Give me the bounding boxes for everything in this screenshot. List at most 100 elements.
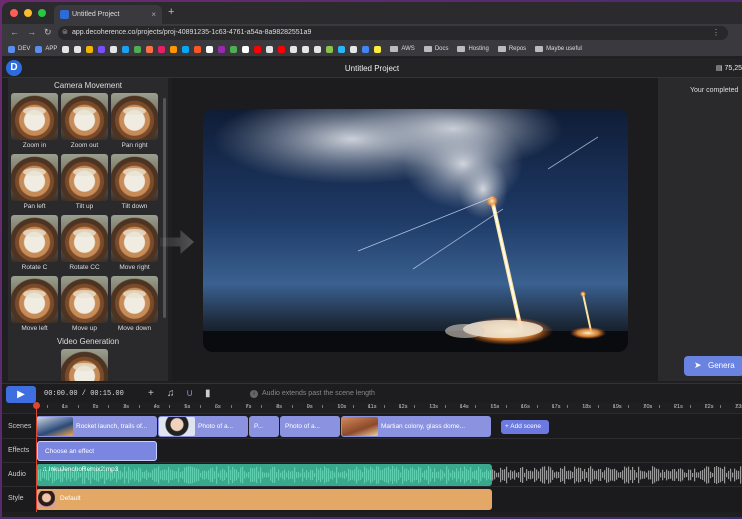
minimize-window-button[interactable] bbox=[24, 9, 32, 17]
bookmark-folder[interactable]: Repos bbox=[497, 46, 526, 52]
camera-move-option[interactable]: Move right bbox=[110, 215, 159, 274]
left-panel-scrollbar[interactable] bbox=[163, 98, 166, 318]
bookmark-item[interactable] bbox=[98, 45, 106, 53]
camera-move-option[interactable]: Rotate CC bbox=[60, 215, 109, 274]
reload-icon[interactable]: ↻ bbox=[44, 27, 52, 38]
audio-waveform[interactable] bbox=[36, 464, 742, 486]
bookmark-item[interactable] bbox=[242, 45, 250, 53]
bookmark-folder[interactable]: Docs bbox=[423, 46, 448, 52]
waveform-bar bbox=[658, 469, 660, 481]
add-scene-button[interactable]: + Add scene bbox=[501, 420, 549, 434]
browser-menu-icon[interactable]: ⋮ bbox=[712, 28, 720, 37]
bookmark-item[interactable] bbox=[218, 45, 226, 53]
bookmark-item[interactable] bbox=[170, 45, 178, 53]
waveform-bar bbox=[536, 469, 538, 481]
scenes-track-label: Scenes bbox=[8, 423, 32, 430]
bookmark-favicon-icon bbox=[122, 45, 130, 53]
timeline-ruler[interactable]: 1s 2s 3s 4s 5s 6s 7s 8s 9s 10s 11s 12s 13s 14s 15s 16s 1… bbox=[34, 403, 742, 413]
camera-move-option[interactable]: Tilt up bbox=[60, 154, 109, 213]
camera-move-option[interactable]: Move up bbox=[60, 276, 109, 335]
scene-clip[interactable]: Rocket launch, trails of... bbox=[36, 416, 157, 437]
video-preview[interactable] bbox=[203, 109, 628, 352]
scene-clip[interactable]: Photo of a... bbox=[280, 416, 340, 437]
browser-tab[interactable]: Untitled Project × bbox=[54, 5, 162, 24]
bookmark-item[interactable] bbox=[134, 45, 142, 53]
waveform-bar bbox=[342, 471, 344, 479]
bookmark-item[interactable] bbox=[326, 45, 334, 53]
maximize-window-button[interactable] bbox=[38, 9, 46, 17]
bookmark-item[interactable] bbox=[230, 45, 238, 53]
waveform-bar bbox=[384, 468, 386, 482]
waveform-bar bbox=[324, 466, 326, 484]
bookmark-item[interactable] bbox=[278, 45, 286, 53]
close-window-button[interactable] bbox=[10, 9, 18, 17]
play-button[interactable]: ▶ bbox=[6, 386, 36, 403]
camera-move-option[interactable]: Tilt down bbox=[110, 154, 159, 213]
bookmark-item[interactable]: APP bbox=[35, 45, 57, 53]
bookmark-favicon-icon bbox=[170, 45, 178, 53]
scene-clip[interactable]: P... bbox=[249, 416, 279, 437]
camera-move-option[interactable]: Move left bbox=[10, 276, 59, 335]
magnet-icon[interactable]: ∪ bbox=[186, 388, 193, 399]
generate-button[interactable]: ➤ Genera bbox=[684, 356, 742, 376]
waveform-bar bbox=[408, 470, 410, 480]
waveform-bar bbox=[328, 468, 330, 482]
bookmark-folder[interactable]: Hosting bbox=[457, 46, 489, 52]
bookmark-item[interactable] bbox=[314, 45, 322, 53]
camera-move-option[interactable]: Pan left bbox=[10, 154, 59, 213]
site-info-icon[interactable]: ⊜ bbox=[62, 28, 68, 36]
bookmark-item[interactable] bbox=[74, 45, 82, 53]
bookmark-item[interactable] bbox=[206, 45, 214, 53]
camera-move-option[interactable]: Zoom in bbox=[10, 93, 59, 152]
waveform-bar bbox=[226, 472, 228, 478]
bookmark-item[interactable] bbox=[158, 45, 166, 53]
forward-arrow-icon[interactable]: → bbox=[27, 27, 36, 38]
tab-close-icon[interactable]: × bbox=[151, 10, 156, 19]
add-icon[interactable]: + bbox=[148, 388, 154, 399]
playhead[interactable] bbox=[33, 402, 40, 512]
bookmark-item[interactable] bbox=[374, 45, 382, 53]
trash-icon[interactable]: ▮ bbox=[205, 388, 211, 399]
bookmark-item[interactable] bbox=[302, 45, 310, 53]
waveform-bar bbox=[528, 471, 530, 479]
bookmark-item[interactable] bbox=[350, 45, 358, 53]
video-generation-option[interactable] bbox=[60, 349, 109, 381]
bookmark-item[interactable] bbox=[86, 45, 94, 53]
effect-clip[interactable]: Choose an effect bbox=[37, 441, 157, 461]
bookmark-item[interactable] bbox=[338, 45, 346, 53]
bookmark-item[interactable] bbox=[122, 45, 130, 53]
bookmark-favicon-icon bbox=[158, 45, 166, 53]
scene-clip[interactable]: Photo of a... bbox=[158, 416, 248, 437]
waveform-bar bbox=[738, 470, 740, 480]
back-arrow-icon[interactable]: ← bbox=[10, 27, 19, 38]
waveform-bar bbox=[124, 466, 126, 484]
bookmark-item[interactable] bbox=[62, 45, 70, 53]
url-field[interactable]: ⊜ app.decoherence.co/projects/proj-40891… bbox=[58, 26, 728, 40]
ruler-tick-mark bbox=[276, 405, 278, 408]
bookmark-item[interactable] bbox=[254, 45, 262, 53]
waveform-bar bbox=[372, 468, 374, 482]
camera-move-option[interactable]: Move down bbox=[110, 276, 159, 335]
camera-move-option[interactable]: Pan right bbox=[110, 93, 159, 152]
bookmark-item[interactable] bbox=[194, 45, 202, 53]
bookmark-item[interactable] bbox=[182, 45, 190, 53]
scene-clip[interactable]: Martian colony, glass dome... bbox=[341, 416, 491, 437]
bookmark-item[interactable] bbox=[146, 45, 154, 53]
style-clip[interactable]: Default bbox=[36, 489, 492, 510]
camera-move-option[interactable]: Rotate C bbox=[10, 215, 59, 274]
waveform-bar bbox=[306, 470, 308, 480]
ruler-tick-mark bbox=[353, 405, 354, 408]
camera-move-option[interactable]: Zoom out bbox=[60, 93, 109, 152]
bookmark-item[interactable] bbox=[110, 45, 118, 53]
bookmark-item[interactable] bbox=[362, 45, 370, 53]
effects-track: Effects Choose an effect bbox=[2, 438, 742, 462]
bookmark-item[interactable] bbox=[290, 45, 298, 53]
bookmark-item[interactable] bbox=[266, 45, 274, 53]
bookmark-folder[interactable]: AWS bbox=[390, 46, 415, 52]
new-tab-button[interactable]: + bbox=[168, 6, 174, 18]
bookmark-folder[interactable]: Maybe useful bbox=[535, 46, 582, 52]
bookmark-item[interactable]: DEV bbox=[8, 45, 30, 53]
music-note-icon[interactable]: ♫ bbox=[167, 388, 175, 399]
waveform-bar bbox=[546, 470, 548, 480]
project-title[interactable]: Untitled Project bbox=[2, 64, 742, 73]
